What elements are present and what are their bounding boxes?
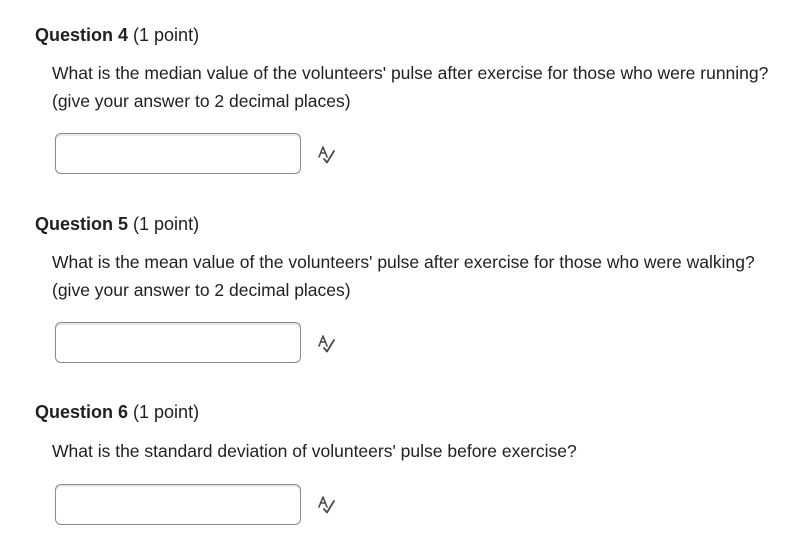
spellcheck-icon[interactable] [316,145,336,165]
question-title: Question 5 [35,214,129,234]
question-header: Question 6 (1 point) [35,401,199,423]
question-points: (1 point) [133,214,200,234]
quiz-page: Question 4 (1 point) What is the median … [0,0,797,552]
question-header: Question 5 (1 point) [35,213,199,235]
question-header: Question 4 (1 point) [35,24,199,46]
question-text: What is the median value of the voluntee… [52,63,769,111]
question-points: (1 point) [133,25,200,45]
question-title: Question 6 [35,402,129,422]
answer-input[interactable] [55,133,301,174]
answer-input[interactable] [55,484,301,525]
question-points: (1 point) [133,402,200,422]
spellcheck-icon[interactable] [316,334,336,354]
answer-input[interactable] [55,322,301,363]
question-text: What is the standard deviation of volunt… [52,441,577,461]
question-text: What is the mean value of the volunteers… [52,252,755,300]
spellcheck-icon[interactable] [316,495,336,515]
question-title: Question 4 [35,25,129,45]
